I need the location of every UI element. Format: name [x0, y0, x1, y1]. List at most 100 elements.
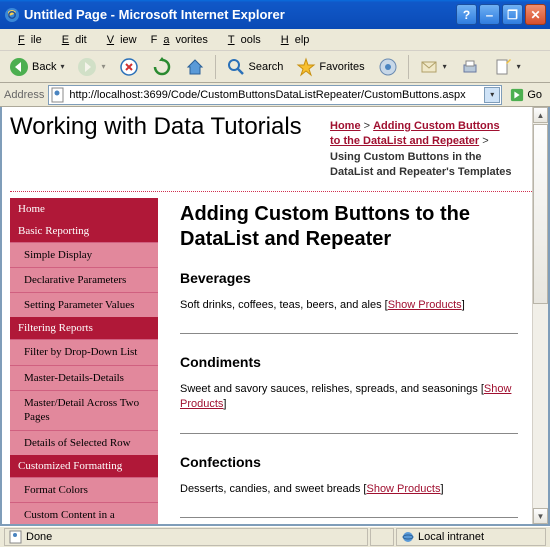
category-name: Beverages — [180, 270, 518, 286]
menubar: File Edit View Favorites Tools Help — [0, 29, 550, 51]
zone-text: Local intranet — [418, 531, 484, 543]
ie-icon — [4, 7, 20, 23]
window-title: Untitled Page - Microsoft Internet Explo… — [24, 7, 454, 22]
edit-button[interactable]: ▾ — [488, 54, 526, 80]
toolbar-separator — [215, 55, 216, 79]
category-divider — [180, 517, 518, 518]
go-icon — [510, 88, 524, 102]
vertical-scrollbar[interactable]: ▲ ▼ — [532, 107, 548, 524]
menu-view[interactable]: View — [95, 32, 143, 48]
star-icon — [296, 57, 316, 77]
media-icon — [378, 57, 398, 77]
print-icon — [460, 57, 480, 77]
forward-icon — [77, 57, 97, 77]
category-desc: Soft drinks, coffees, teas, beers, and a… — [180, 298, 518, 313]
sidebar-item[interactable]: Custom Content in a GridView — [10, 502, 158, 524]
refresh-button[interactable] — [147, 54, 177, 80]
edit-dropdown-icon[interactable]: ▾ — [517, 62, 521, 71]
home-button[interactable] — [180, 54, 210, 80]
page-content: Working with Data Tutorials Home > Addin… — [2, 107, 532, 524]
sidebar-item[interactable]: Simple Display — [10, 242, 158, 267]
help-button[interactable]: ? — [456, 4, 477, 25]
stop-icon — [119, 57, 139, 77]
window-titlebar: Untitled Page - Microsoft Internet Explo… — [0, 0, 550, 29]
back-button[interactable]: Back ▾ — [4, 54, 69, 80]
sidebar-item[interactable]: Master/Detail Across Two Pages — [10, 390, 158, 430]
browser-viewport: Working with Data Tutorials Home > Addin… — [0, 107, 550, 526]
refresh-icon — [152, 57, 172, 77]
scroll-up-icon[interactable]: ▲ — [533, 107, 548, 123]
sidebar: HomeBasic ReportingSimple DisplayDeclara… — [10, 192, 158, 524]
addressbar: Address ▾ Go — [0, 83, 550, 107]
page-title: Working with Data Tutorials — [10, 113, 330, 141]
sidebar-header[interactable]: Filtering Reports — [10, 317, 158, 339]
search-button[interactable]: Search — [221, 54, 289, 80]
sidebar-header[interactable]: Home — [10, 198, 158, 220]
breadcrumb-current: Using Custom Buttons in the DataList and… — [330, 151, 512, 178]
back-dropdown-icon[interactable]: ▾ — [60, 62, 64, 71]
mail-icon — [419, 57, 439, 77]
sidebar-item[interactable]: Details of Selected Row — [10, 430, 158, 455]
sidebar-item[interactable]: Filter by Drop-Down List — [10, 339, 158, 364]
back-label: Back — [32, 61, 56, 73]
url-dropdown[interactable]: ▾ — [484, 87, 500, 103]
status-pane-mid — [370, 528, 394, 546]
address-label: Address — [4, 89, 44, 101]
zone-pane: Local intranet — [396, 528, 546, 546]
home-icon — [185, 57, 205, 77]
forward-button: ▾ — [72, 54, 110, 80]
category-divider — [180, 333, 518, 334]
sidebar-item[interactable]: Declarative Parameters — [10, 267, 158, 292]
main-content: Adding Custom Buttons to the DataList an… — [158, 192, 532, 524]
breadcrumb: Home > Adding Custom Buttons to the Data… — [330, 119, 512, 181]
search-icon — [226, 57, 246, 77]
show-products-link[interactable]: Show Products — [388, 299, 462, 311]
category-block: Beverages Soft drinks, coffees, teas, bee… — [180, 270, 518, 334]
maximize-button[interactable]: ❐ — [502, 4, 523, 25]
content-heading: Adding Custom Buttons to the DataList an… — [180, 202, 518, 252]
category-block: Confections Desserts, candies, and sweet … — [180, 454, 518, 518]
menu-edit[interactable]: Edit — [50, 32, 93, 48]
mail-dropdown-icon[interactable]: ▾ — [443, 62, 447, 71]
category-name: Confections — [180, 454, 518, 470]
media-button[interactable] — [373, 54, 403, 80]
category-divider — [180, 433, 518, 434]
edit-icon — [493, 57, 513, 77]
statusbar: Done Local intranet — [0, 526, 550, 547]
close-button[interactable]: ✕ — [525, 4, 546, 25]
favorites-label: Favorites — [319, 61, 364, 73]
menu-favorites[interactable]: Favorites — [145, 32, 214, 48]
scroll-down-icon[interactable]: ▼ — [533, 508, 548, 524]
favorites-button[interactable]: Favorites — [291, 54, 369, 80]
menu-tools[interactable]: Tools — [216, 32, 267, 48]
url-input[interactable] — [48, 85, 502, 105]
intranet-icon — [401, 530, 415, 544]
sidebar-header[interactable]: Basic Reporting — [10, 220, 158, 242]
status-pane: Done — [4, 528, 368, 546]
sidebar-item[interactable]: Master-Details-Details — [10, 365, 158, 390]
sidebar-header[interactable]: Customized Formatting — [10, 455, 158, 477]
category-desc: Sweet and savory sauces, relishes, sprea… — [180, 382, 518, 413]
go-button[interactable]: Go — [506, 87, 546, 103]
back-icon — [9, 57, 29, 77]
minimize-button[interactable]: ‒ — [479, 4, 500, 25]
mail-button[interactable]: ▾ — [414, 54, 452, 80]
status-text: Done — [26, 531, 52, 543]
category-block: CondimentsSweet and savory sauces, relis… — [180, 354, 518, 434]
stop-button[interactable] — [114, 54, 144, 80]
menu-file[interactable]: File — [6, 32, 48, 48]
sidebar-item[interactable]: Setting Parameter Values — [10, 292, 158, 317]
toolbar: Back ▾ ▾ Search Favorites ▾ ▾ — [0, 51, 550, 83]
category-desc: Desserts, candies, and sweet breads [Sho… — [180, 482, 518, 497]
page-icon — [50, 87, 66, 103]
breadcrumb-home[interactable]: Home — [330, 120, 361, 132]
scroll-thumb[interactable] — [533, 124, 548, 304]
show-products-link[interactable]: Show Products — [366, 483, 440, 495]
menu-help[interactable]: Help — [269, 32, 316, 48]
show-products-link[interactable]: Show Products — [180, 383, 511, 410]
forward-dropdown-icon: ▾ — [101, 62, 105, 71]
print-button[interactable] — [455, 54, 485, 80]
sidebar-item[interactable]: Format Colors — [10, 477, 158, 502]
toolbar-separator — [408, 55, 409, 79]
done-icon — [9, 530, 23, 544]
